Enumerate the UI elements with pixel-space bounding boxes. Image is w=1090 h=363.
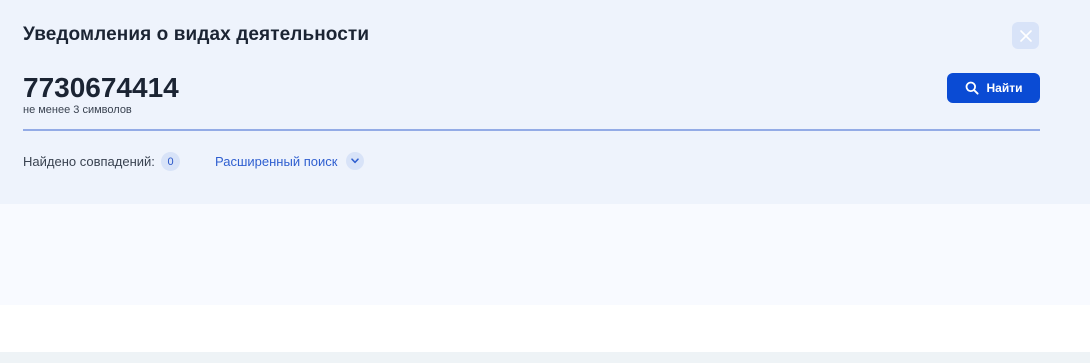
dialog-title: Уведомления о видах деятельности bbox=[23, 24, 370, 45]
found-matches-label: Найдено совпадений: bbox=[23, 154, 155, 169]
find-button-label: Найти bbox=[986, 81, 1023, 95]
search-input[interactable]: 7730674414 bbox=[23, 71, 179, 105]
search-input-underline bbox=[23, 129, 1040, 131]
chevron-down-icon bbox=[351, 158, 359, 164]
matches-count-badge: 0 bbox=[161, 152, 180, 171]
footer-strip bbox=[0, 352, 1090, 363]
find-button[interactable]: Найти bbox=[947, 73, 1040, 103]
search-icon bbox=[965, 81, 979, 95]
advanced-search-link[interactable]: Расширенный поиск bbox=[215, 154, 337, 169]
search-hint: не менее 3 символов bbox=[23, 104, 132, 116]
advanced-search-toggle[interactable] bbox=[346, 152, 364, 170]
close-icon bbox=[1019, 29, 1032, 42]
search-panel: Уведомления о видах деятельности 7730674… bbox=[0, 0, 1090, 204]
close-button[interactable] bbox=[1012, 22, 1039, 49]
results-area bbox=[0, 204, 1090, 305]
